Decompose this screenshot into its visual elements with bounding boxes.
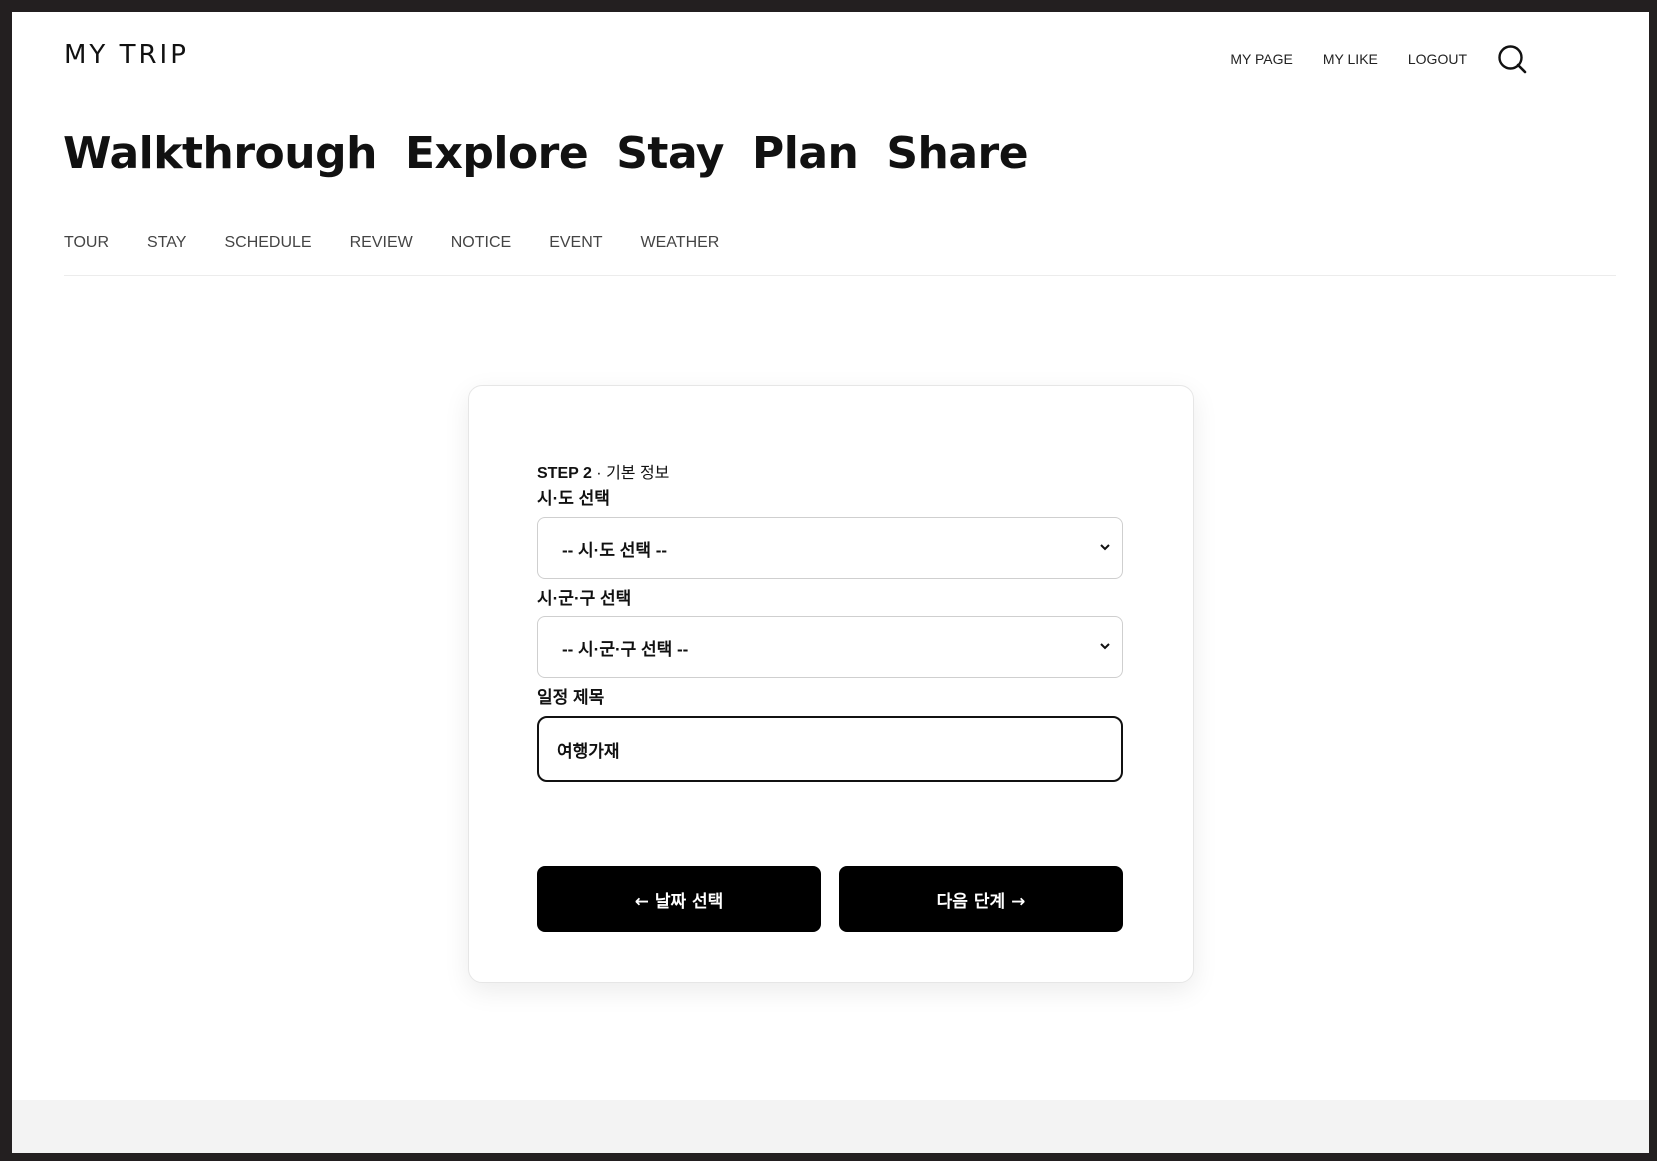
main-nav: Walkthrough Explore Stay Plan Share: [63, 128, 1029, 179]
chevron-down-icon: [1100, 643, 1110, 650]
sub-nav-event[interactable]: EVENT: [549, 234, 602, 252]
step-title: 기본 정보: [606, 465, 670, 482]
province-label: 시·도 선택: [537, 489, 610, 508]
browser-frame: MY TRIP MY PAGE MY LIKE LOGOUT Walkthrou…: [12, 12, 1649, 1153]
search-button[interactable]: [1495, 42, 1529, 76]
chevron-down-icon: [1100, 544, 1110, 551]
main-nav-plan[interactable]: Plan: [752, 128, 859, 179]
step-indicator: STEP 2 · 기본 정보: [537, 459, 669, 483]
trip-title-input[interactable]: [537, 716, 1123, 782]
district-select[interactable]: -- 시·군·구 선택 --: [537, 616, 1123, 678]
sub-nav-stay[interactable]: STAY: [147, 234, 186, 252]
district-label: 시·군·구 선택: [537, 589, 632, 608]
utility-nav: MY PAGE MY LIKE LOGOUT: [1200, 42, 1529, 76]
province-select-value: -- 시·도 선택 --: [562, 540, 668, 560]
district-select-value: -- 시·군·구 선택 --: [562, 639, 689, 659]
header-divider: [64, 275, 1616, 276]
site-logo[interactable]: MY TRIP: [64, 40, 189, 70]
step-number: STEP 2: [537, 465, 592, 482]
sub-nav: TOUR STAY SCHEDULE REVIEW NOTICE EVENT W…: [64, 234, 719, 252]
main-nav-explore[interactable]: Explore: [405, 128, 589, 179]
sub-nav-review[interactable]: REVIEW: [350, 234, 413, 252]
next-step-button[interactable]: 다음 단계 →: [839, 866, 1123, 932]
main-nav-share[interactable]: Share: [886, 128, 1028, 179]
my-like-link[interactable]: MY LIKE: [1323, 51, 1378, 67]
sub-nav-notice[interactable]: NOTICE: [451, 234, 511, 252]
main-nav-walkthrough[interactable]: Walkthrough: [63, 128, 377, 179]
sub-nav-weather[interactable]: WEATHER: [641, 234, 720, 252]
title-label: 일정 제목: [537, 688, 605, 707]
province-select[interactable]: -- 시·도 선택 --: [537, 517, 1123, 579]
footer-band: [12, 1100, 1649, 1153]
search-icon: [1498, 45, 1527, 74]
sub-nav-schedule[interactable]: SCHEDULE: [224, 234, 311, 252]
main-nav-stay[interactable]: Stay: [616, 128, 724, 179]
my-page-link[interactable]: MY PAGE: [1230, 51, 1293, 67]
prev-date-select-button[interactable]: ← 날짜 선택: [537, 866, 821, 932]
plan-form-card: STEP 2 · 기본 정보 시·도 선택 -- 시·도 선택 -- 시·군·구…: [468, 385, 1194, 983]
sub-nav-tour[interactable]: TOUR: [64, 234, 109, 252]
logout-link[interactable]: LOGOUT: [1408, 51, 1467, 67]
step-separator: ·: [591, 465, 607, 482]
